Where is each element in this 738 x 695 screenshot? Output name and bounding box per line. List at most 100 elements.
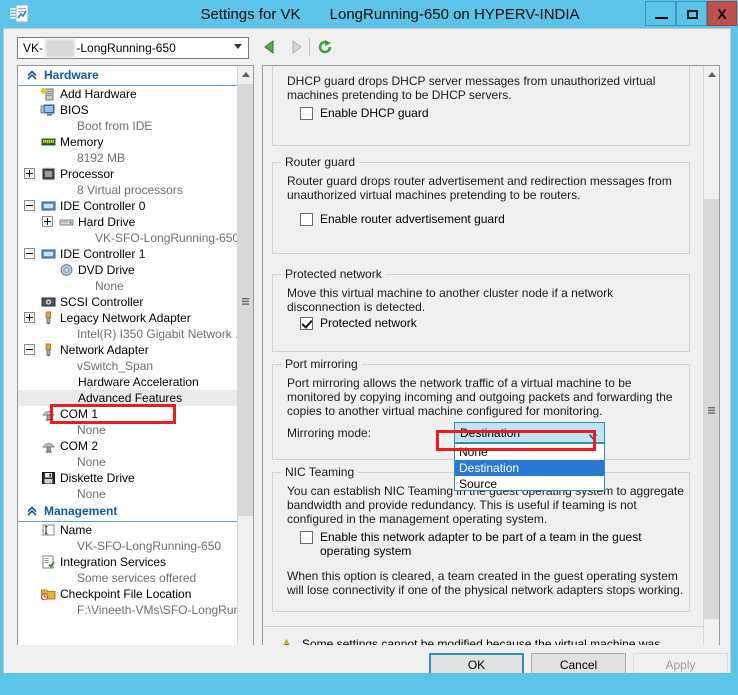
chevron-down-icon bbox=[234, 44, 242, 49]
expand-icon[interactable] bbox=[24, 168, 35, 179]
mirroring-mode-combobox[interactable]: Destination bbox=[454, 422, 605, 443]
tree-items-container: Hardware Add Hardware BIOS Boot from IDE Mem… bbox=[18, 66, 253, 665]
name-icon bbox=[40, 522, 57, 538]
sidebar-item-label: Hardware Acceleration bbox=[78, 375, 199, 389]
sidebar-item-label: Integration Services bbox=[60, 555, 167, 569]
collapse-icon[interactable] bbox=[24, 200, 35, 211]
sidebar-item-label: COM 1 bbox=[60, 407, 99, 421]
expand-icon[interactable] bbox=[42, 216, 53, 227]
network-adapter-icon bbox=[40, 342, 57, 358]
sidebar-item-memory[interactable]: Memory bbox=[18, 134, 238, 150]
sidebar-item-label: BIOS bbox=[60, 103, 89, 117]
navigate-back-button[interactable] bbox=[262, 38, 280, 56]
sidebar-item-hardware-acceleration[interactable]: Hardware Acceleration bbox=[18, 374, 238, 390]
sidebar-section-hardware[interactable]: Hardware bbox=[18, 66, 238, 86]
com-port-icon bbox=[40, 406, 57, 422]
settings-navigation-tree[interactable]: Hardware Add Hardware BIOS Boot from IDE Mem… bbox=[17, 65, 254, 666]
sidebar-item-dvd-drive[interactable]: DVD Drive bbox=[18, 262, 238, 278]
chevron-down-icon bbox=[588, 430, 598, 440]
refresh-button[interactable] bbox=[316, 38, 334, 56]
sidebar-item-advanced-features[interactable]: Advanced Features bbox=[18, 390, 238, 406]
scrollbar-grip-icon bbox=[708, 403, 715, 414]
sidebar-item-label: SCSI Controller bbox=[60, 295, 144, 309]
sidebar-item-sublabel: F:\Vineeth-VMs\SFO-LongRunn... bbox=[77, 603, 254, 617]
maximize-button[interactable] bbox=[676, 1, 707, 26]
processor-icon bbox=[40, 166, 57, 182]
scrollbar-grip-icon bbox=[242, 294, 249, 305]
memory-icon bbox=[40, 134, 57, 150]
sidebar-scrollbar-thumb[interactable] bbox=[238, 84, 253, 516]
close-icon: X bbox=[717, 6, 727, 22]
sidebar-section-management[interactable]: Management bbox=[18, 502, 238, 522]
integration-services-icon bbox=[40, 554, 57, 570]
enable-router-advertisement-guard-checkbox[interactable] bbox=[300, 213, 313, 226]
sidebar-item-integration-services[interactable]: Integration Services bbox=[18, 554, 238, 570]
mirroring-mode-dropdown-list[interactable]: None Destination Source bbox=[454, 443, 605, 491]
sidebar-item-network-adapter[interactable]: Network Adapter bbox=[18, 342, 238, 358]
collapse-icon[interactable] bbox=[24, 344, 35, 355]
enable-nic-teaming-checkbox[interactable] bbox=[300, 531, 313, 544]
sidebar-item-com-1[interactable]: COM 1 bbox=[18, 406, 238, 422]
sidebar-section-label: Hardware bbox=[44, 68, 99, 82]
sidebar-item-name[interactable]: Name bbox=[18, 522, 238, 538]
sidebar-item-label: Name bbox=[60, 523, 93, 537]
protected-network-caption: Protected network bbox=[281, 267, 386, 281]
content-scrollbar-thumb[interactable] bbox=[704, 199, 719, 619]
sidebar-item-sublabel-row: VK-SFO-LongRunning-650.... bbox=[18, 230, 252, 246]
dialog-client-area: VK- -LongRunning-650 Hardware Add Hardwar… bbox=[3, 28, 731, 673]
toolbar-separator bbox=[309, 38, 310, 56]
content-scroll-up-button[interactable] bbox=[704, 66, 719, 83]
protected-network-checkbox[interactable] bbox=[300, 317, 313, 330]
port-mirroring-group: Port mirroring Port mirroring allows the… bbox=[272, 357, 690, 491]
sidebar-item-ide-controller-0[interactable]: IDE Controller 0 bbox=[18, 198, 238, 214]
hard-drive-icon bbox=[58, 214, 75, 230]
dvd-drive-icon bbox=[58, 262, 75, 278]
sidebar-item-sublabel-row: F:\Vineeth-VMs\SFO-LongRunn... bbox=[18, 602, 253, 618]
sidebar-item-scsi-controller[interactable]: SCSI Controller bbox=[18, 294, 238, 310]
sidebar-scroll-up-button[interactable] bbox=[238, 66, 253, 83]
content-scrollbar[interactable] bbox=[703, 66, 719, 665]
vm-selector-combobox[interactable]: VK- -LongRunning-650 bbox=[17, 37, 249, 59]
sidebar-item-label: IDE Controller 0 bbox=[60, 199, 146, 213]
sidebar-item-sublabel: 8192 MB bbox=[77, 151, 126, 165]
nic-teaming-group: NIC Teaming You can establish NIC Teamin… bbox=[272, 465, 690, 612]
sidebar-item-com-2[interactable]: COM 2 bbox=[18, 438, 238, 454]
sidebar-item-label: Advanced Features bbox=[78, 391, 183, 405]
minimize-icon bbox=[655, 17, 668, 19]
minimize-button[interactable] bbox=[645, 1, 676, 26]
sidebar-item-add-hardware[interactable]: Add Hardware bbox=[18, 86, 238, 102]
nic-teaming-caption: NIC Teaming bbox=[281, 465, 359, 479]
enable-router-advertisement-guard-label: Enable router advertisement guard bbox=[320, 212, 505, 226]
mirroring-mode-option-none[interactable]: None bbox=[455, 444, 604, 460]
sidebar-item-bios[interactable]: BIOS bbox=[18, 102, 238, 118]
ide-controller-icon bbox=[40, 246, 57, 262]
sidebar-item-sublabel-row: Boot from IDE bbox=[18, 118, 238, 134]
sidebar-item-ide-controller-1[interactable]: IDE Controller 1 bbox=[18, 246, 238, 262]
expand-icon[interactable] bbox=[24, 312, 35, 323]
router-guard-description: Router guard drops router advertisement … bbox=[287, 174, 672, 202]
sidebar-item-checkpoint-file-location[interactable]: Checkpoint File Location bbox=[18, 586, 238, 602]
mirroring-mode-option-source[interactable]: Source bbox=[455, 476, 604, 492]
sidebar-item-sublabel: None bbox=[77, 487, 106, 501]
sidebar-item-hard-drive[interactable]: Hard Drive bbox=[18, 214, 238, 230]
enable-dhcp-guard-checkbox[interactable] bbox=[300, 107, 313, 120]
sidebar-item-label: Add Hardware bbox=[60, 87, 137, 101]
mirroring-mode-option-destination[interactable]: Destination bbox=[455, 460, 604, 476]
sidebar-item-sublabel-row: None bbox=[18, 486, 238, 502]
sidebar-item-processor[interactable]: Processor bbox=[18, 166, 238, 182]
sidebar-item-label: Diskette Drive bbox=[60, 471, 135, 485]
protected-network-label: Protected network bbox=[320, 316, 417, 330]
sidebar-item-sublabel: Boot from IDE bbox=[77, 119, 153, 133]
sidebar-item-legacy-network-adapter[interactable]: Legacy Network Adapter bbox=[18, 310, 238, 326]
sidebar-item-sublabel-row: 8192 MB bbox=[18, 150, 238, 166]
sidebar-item-sublabel: 8 Virtual processors bbox=[77, 183, 183, 197]
sidebar-item-diskette-drive[interactable]: Diskette Drive bbox=[18, 470, 238, 486]
close-button[interactable]: X bbox=[707, 1, 737, 26]
sidebar-scrollbar[interactable] bbox=[237, 66, 253, 665]
diskette-drive-icon bbox=[40, 470, 57, 486]
dhcp-guard-description: DHCP guard drops DHCP server messages fr… bbox=[287, 74, 656, 102]
checkpoint-folder-icon bbox=[40, 586, 57, 602]
collapse-icon[interactable] bbox=[24, 248, 35, 259]
settings-window: Settings for VK LongRunning-650 on HYPER… bbox=[0, 0, 738, 695]
content-scroll-viewport: DHCP guard DHCP guard drops DHCP server … bbox=[263, 66, 704, 624]
